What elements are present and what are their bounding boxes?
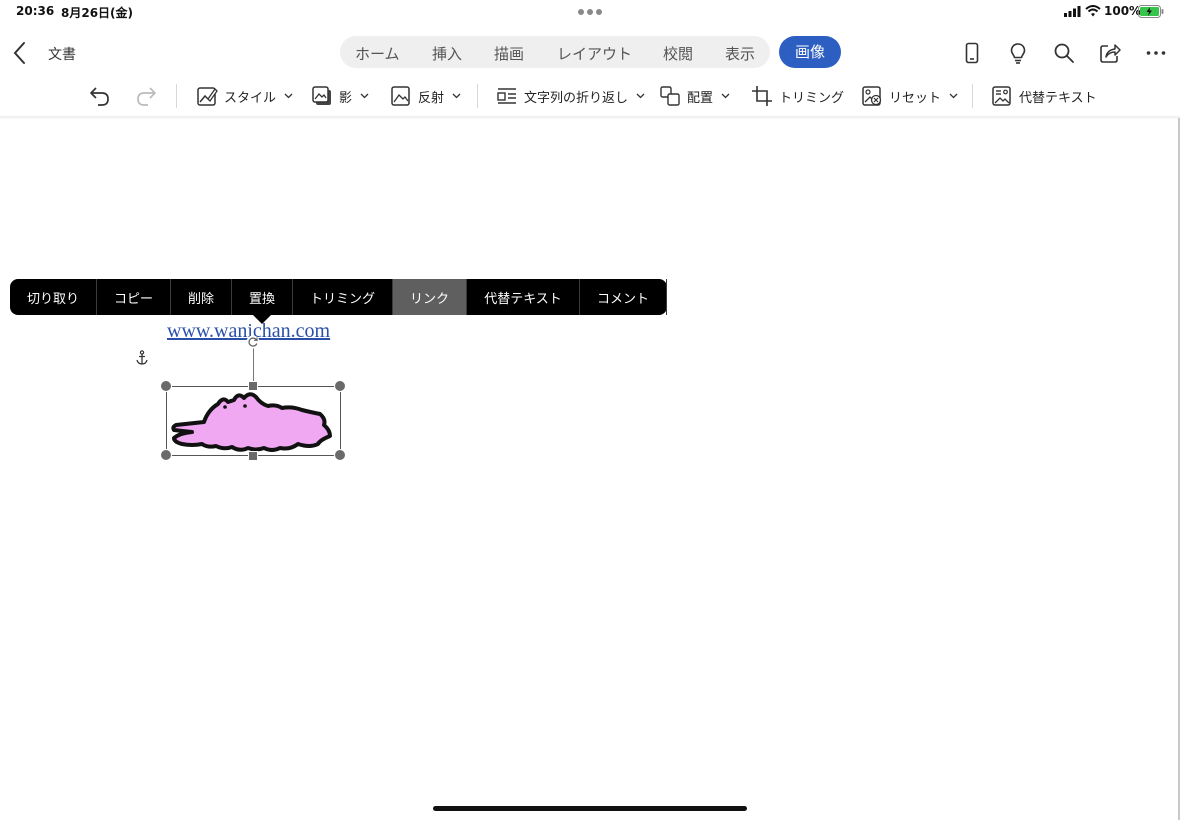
cellular-signal-icon — [1064, 6, 1081, 17]
top-nav-bar: 文書 ホーム 挿入 描画 レイアウト 校閲 表示 画像 — [0, 28, 1180, 76]
context-copy[interactable]: コピー — [97, 279, 171, 315]
tab-view[interactable]: 表示 — [725, 43, 755, 64]
picture-shadow-icon — [312, 86, 331, 105]
shadow-label: 影 — [339, 90, 353, 106]
resize-handle-bottom[interactable] — [248, 451, 258, 461]
ribbon-shadow — [0, 116, 1180, 120]
style-button[interactable]: スタイル — [196, 78, 293, 114]
context-delete[interactable]: 削除 — [171, 279, 232, 315]
wifi-icon — [1085, 5, 1101, 17]
crop-icon — [752, 86, 772, 106]
crop-label: トリミング — [779, 90, 845, 106]
tab-insert[interactable]: 挿入 — [432, 43, 462, 64]
resize-handle-bottom-right[interactable] — [334, 449, 346, 461]
resize-handle-top[interactable] — [248, 381, 258, 391]
crocodile-illustration[interactable] — [168, 388, 339, 454]
chevron-down-icon — [949, 93, 958, 99]
tab-layout[interactable]: レイアウト — [557, 43, 632, 64]
wrap-text-icon — [497, 88, 516, 104]
home-indicator[interactable] — [433, 806, 747, 811]
rotate-handle-icon[interactable] — [246, 335, 260, 349]
context-comment[interactable]: コメント — [580, 279, 667, 315]
battery-percent: 100% — [1104, 4, 1142, 18]
wrap-text-button[interactable]: 文字列の折り返し — [496, 78, 645, 114]
document-title[interactable]: 文書 — [48, 44, 76, 64]
reset-picture-icon — [862, 86, 882, 106]
redo-button[interactable] — [134, 78, 158, 114]
undo-icon — [90, 87, 109, 106]
battery-charging-icon — [1138, 5, 1164, 18]
ribbon-tabs — [340, 36, 770, 68]
context-link[interactable]: リンク — [393, 279, 467, 315]
ribbon-divider — [972, 84, 973, 108]
arrange-label: 配置 — [687, 90, 714, 106]
tab-review[interactable]: 校閲 — [663, 43, 693, 64]
tab-home[interactable]: ホーム — [355, 43, 400, 64]
status-time: 20:36 — [16, 4, 55, 18]
style-label: スタイル — [224, 90, 277, 106]
chevron-left-icon[interactable] — [10, 40, 30, 66]
status-date: 8月26日(金) — [61, 6, 134, 20]
search-icon[interactable] — [1053, 42, 1075, 64]
resize-handle-bottom-left[interactable] — [160, 449, 172, 461]
multitasking-dots-icon[interactable] — [578, 9, 602, 15]
context-replace[interactable]: 置換 — [232, 279, 293, 315]
reflection-label: 反射 — [418, 90, 445, 106]
reflection-button[interactable]: 反射 — [390, 78, 461, 114]
tab-picture[interactable]: 画像 — [779, 36, 841, 68]
chevron-down-icon — [721, 93, 730, 99]
reset-button[interactable]: リセット — [861, 78, 958, 114]
ribbon-divider — [477, 84, 478, 108]
resize-handle-top-left[interactable] — [160, 380, 172, 392]
tab-draw[interactable]: 描画 — [494, 43, 524, 64]
picture-reflection-icon — [391, 86, 410, 106]
reset-label: リセット — [889, 90, 942, 106]
anchor-icon[interactable] — [135, 350, 149, 366]
alt-text-label: 代替テキスト — [1019, 90, 1097, 106]
image-context-menu: 切り取り コピー 削除 置換 トリミング リンク 代替テキスト コメント — [10, 279, 667, 324]
alt-text-button[interactable]: 代替テキスト — [991, 78, 1097, 114]
alt-text-icon — [992, 86, 1011, 106]
picture-style-icon — [197, 87, 218, 106]
arrange-button[interactable]: 配置 — [659, 78, 730, 114]
resize-handle-top-right[interactable] — [334, 380, 346, 392]
arrange-icon — [660, 86, 680, 106]
redo-icon — [137, 87, 156, 106]
phone-icon[interactable] — [961, 42, 983, 64]
crop-button[interactable]: トリミング — [751, 78, 844, 114]
context-cut[interactable]: 切り取り — [10, 279, 97, 315]
lightbulb-icon[interactable] — [1007, 42, 1029, 64]
context-alt-text[interactable]: 代替テキスト — [467, 279, 580, 315]
chevron-down-icon — [636, 93, 645, 99]
more-icon[interactable] — [1145, 42, 1167, 64]
context-crop[interactable]: トリミング — [293, 279, 393, 315]
chevron-down-icon — [284, 93, 293, 99]
share-icon[interactable] — [1099, 42, 1121, 64]
picture-ribbon: スタイル 影 反射 文字列の折り返し 配置 トリミング リセット 代替テキスト — [0, 78, 1180, 116]
undo-button[interactable] — [88, 78, 112, 114]
wrap-text-label: 文字列の折り返し — [524, 90, 629, 106]
chevron-down-icon — [452, 93, 461, 99]
ribbon-divider — [176, 84, 177, 108]
shadow-button[interactable]: 影 — [311, 78, 369, 114]
chevron-down-icon — [360, 93, 369, 99]
status-bar: 20:36 8月26日(金) 100% — [0, 0, 1180, 24]
